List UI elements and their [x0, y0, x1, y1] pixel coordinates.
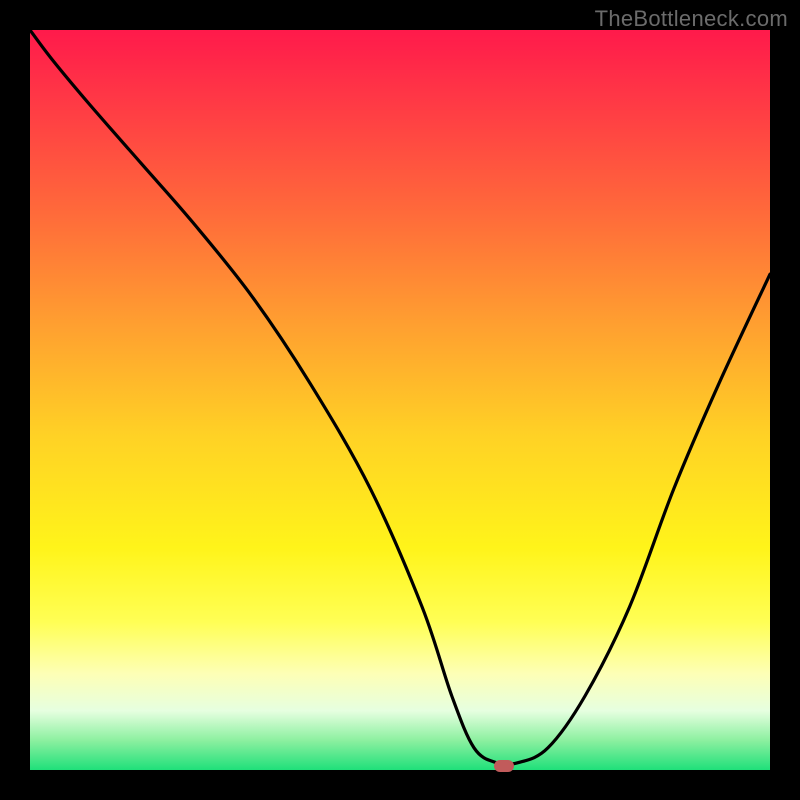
optimum-marker: [494, 760, 514, 772]
plot-area: [30, 30, 770, 770]
bottleneck-curve: [30, 30, 770, 770]
watermark-text: TheBottleneck.com: [595, 6, 788, 32]
